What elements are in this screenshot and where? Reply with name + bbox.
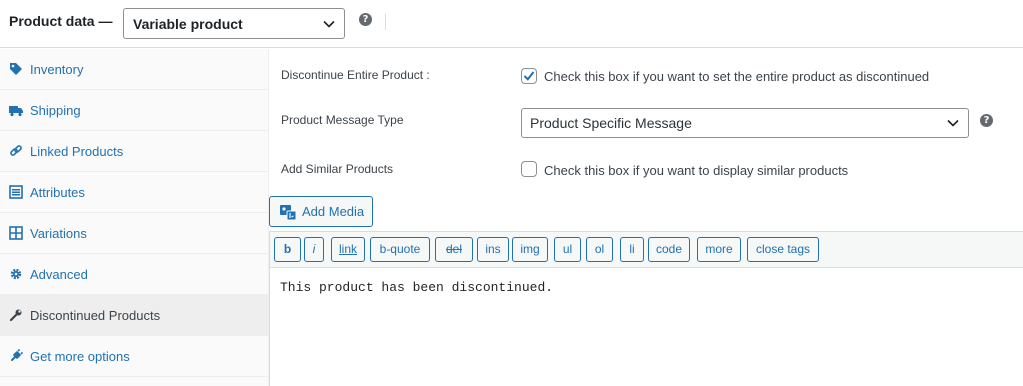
product-data-header: Product data — Variable product ?: [0, 0, 1023, 48]
product-data-tabs: Inventory Shipping Linked Products Attri…: [0, 49, 269, 386]
sidebar-item-label: Advanced: [30, 267, 88, 282]
sidebar-item-label: Inventory: [30, 62, 84, 77]
text-editor: b i link b-quote del ins img ul ol li co…: [269, 231, 1023, 386]
message-type-select[interactable]: Product Specific Message: [521, 108, 969, 138]
sidebar-item-label: Shipping: [30, 103, 81, 118]
checkmark-icon: [523, 71, 535, 81]
message-type-label: Product Message Type: [281, 113, 404, 127]
sidebar-item-label: Attributes: [30, 185, 85, 200]
message-type-value: Product Specific Message: [530, 115, 692, 131]
tab-inventory[interactable]: Inventory: [0, 49, 268, 90]
tab-advanced[interactable]: Advanced: [0, 254, 268, 295]
tag-icon: [10, 63, 22, 75]
chevron-down-icon: [323, 20, 335, 28]
plug-icon: [11, 349, 23, 361]
help-icon[interactable]: ?: [359, 13, 372, 26]
qt-ins-button[interactable]: ins: [477, 237, 509, 262]
link-icon: [10, 145, 22, 156]
discontinue-description: Check this box if you want to set the en…: [544, 69, 930, 84]
product-data-title: Product data —: [9, 13, 113, 29]
similar-products-description: Check this box if you want to display si…: [544, 163, 849, 178]
sidebar-item-label: Linked Products: [30, 144, 124, 159]
qt-more-button[interactable]: more: [697, 237, 741, 262]
editor-textarea[interactable]: This product has been discontinued.: [280, 280, 553, 295]
tab-variations[interactable]: Variations: [0, 213, 268, 254]
sidebar-item-label: Variations: [30, 226, 87, 241]
chevron-down-icon: [947, 119, 959, 127]
qt-del-button[interactable]: del: [435, 237, 473, 262]
similar-products-checkbox[interactable]: [521, 161, 537, 177]
qt-link-button[interactable]: link: [331, 237, 365, 262]
similar-products-label: Add Similar Products: [281, 162, 394, 176]
sidebar-item-label: Discontinued Products: [30, 308, 161, 323]
qt-li-button[interactable]: li: [620, 237, 644, 262]
discontinue-checkbox[interactable]: [521, 68, 537, 84]
discontinue-label: Discontinue Entire Product :: [281, 68, 430, 82]
qt-italic-button[interactable]: i: [304, 237, 324, 262]
grid-icon: [9, 226, 23, 240]
qt-blockquote-button[interactable]: b-quote: [370, 237, 430, 262]
divider: [385, 14, 386, 30]
product-type-select[interactable]: Variable product: [123, 8, 345, 39]
add-media-button[interactable]: Add Media: [269, 196, 373, 227]
qt-bold-button[interactable]: b: [274, 237, 301, 262]
qt-ul-button[interactable]: ul: [554, 237, 581, 262]
media-icon: [280, 205, 297, 221]
qt-close-tags-button[interactable]: close tags: [747, 237, 819, 262]
tab-linked-products[interactable]: Linked Products: [0, 131, 268, 172]
qt-img-button[interactable]: img: [512, 237, 548, 262]
tab-attributes[interactable]: Attributes: [0, 172, 268, 213]
help-icon[interactable]: ?: [980, 114, 993, 127]
gear-icon: [10, 268, 22, 280]
list-icon: [9, 185, 23, 199]
tab-get-more-options[interactable]: Get more options: [0, 336, 268, 377]
qt-code-button[interactable]: code: [648, 237, 690, 262]
tab-discontinued-products[interactable]: Discontinued Products: [0, 295, 268, 336]
add-media-label: Add Media: [302, 204, 365, 219]
qt-ol-button[interactable]: ol: [586, 237, 613, 262]
sidebar-item-label: Get more options: [30, 349, 130, 364]
tab-shipping[interactable]: Shipping: [0, 90, 268, 131]
product-type-value: Variable product: [133, 16, 243, 32]
quicktags-toolbar: b i link b-quote del ins img ul ol li co…: [270, 232, 1023, 268]
truck-icon: [9, 106, 23, 117]
wrench-icon: [9, 309, 22, 322]
